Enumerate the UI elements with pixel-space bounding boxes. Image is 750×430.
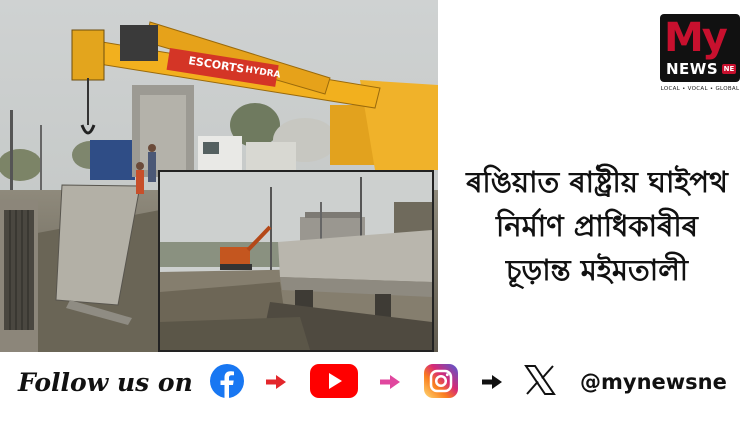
arrow-right-icon bbox=[266, 375, 286, 389]
inset-photo bbox=[158, 170, 434, 352]
headline-line-2: নিৰ্মাণ প্ৰাধিকাৰীৰ bbox=[495, 209, 698, 243]
youtube-icon[interactable] bbox=[310, 364, 358, 398]
social-footer: Follow us on @mynewsne bbox=[0, 352, 750, 430]
instagram-icon[interactable] bbox=[424, 364, 458, 398]
headline-line-1: ৰঙিয়াত ৰাষ্ট্ৰীয় ঘাইপথ bbox=[466, 165, 728, 199]
x-icon[interactable] bbox=[524, 364, 556, 396]
arrow-right-icon bbox=[482, 375, 502, 389]
headline-line-3: চূড়ান্ত মইমতালী bbox=[505, 253, 689, 287]
arrow-right-icon bbox=[380, 375, 400, 389]
logo-news-text: NEWS bbox=[666, 60, 719, 78]
logo-mark: My NEWS NE bbox=[660, 14, 740, 82]
headline: ৰঙিয়াত ৰাষ্ট্ৰীয় ঘাইপথ নিৰ্মাণ প্ৰাধিক… bbox=[448, 160, 746, 292]
logo-ne-badge: NE bbox=[722, 64, 736, 74]
social-handle[interactable]: @mynewsne bbox=[580, 370, 727, 394]
logo-tagline: LOCAL • VOCAL • GLOBAL bbox=[660, 86, 740, 92]
bridge-scene bbox=[160, 172, 432, 350]
brand-logo[interactable]: My NEWS NE LOCAL • VOCAL • GLOBAL bbox=[660, 14, 740, 98]
logo-my-text: My bbox=[664, 15, 728, 61]
follow-us-label: Follow us on bbox=[18, 368, 193, 397]
facebook-icon[interactable] bbox=[210, 364, 244, 398]
